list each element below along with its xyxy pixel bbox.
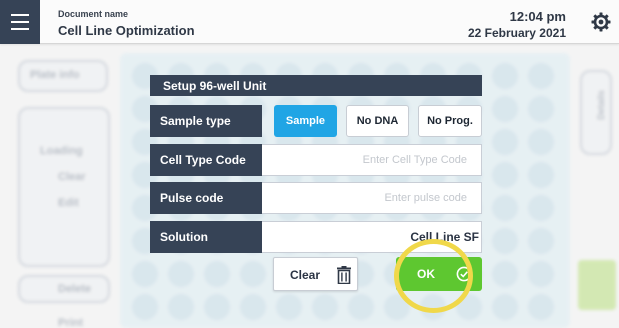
plate-well [492, 162, 518, 188]
plate-well [276, 294, 302, 320]
background-green-button [578, 260, 616, 310]
pulse-code-row: Pulse code [150, 182, 482, 214]
pulse-code-label: Pulse code [150, 182, 262, 214]
clear-button[interactable]: Clear [273, 257, 358, 291]
plate-well [528, 63, 554, 89]
plate-well [492, 63, 518, 89]
plate-well [492, 96, 518, 122]
clear-button-label: Clear [290, 268, 321, 282]
plate-well [168, 294, 194, 320]
plate-well [492, 261, 518, 287]
plate-well [420, 294, 446, 320]
plate-well [528, 162, 554, 188]
plate-well [528, 195, 554, 221]
delete-label-bg: Delete [58, 283, 92, 295]
side-actions-panel [18, 107, 110, 267]
plate-well [528, 96, 554, 122]
ok-button-label: OK [417, 267, 435, 281]
plate-well [492, 129, 518, 155]
print-label-bg: Print [58, 317, 84, 328]
ok-button[interactable]: OK [396, 257, 482, 291]
plate-well [240, 294, 266, 320]
plate-well [348, 294, 374, 320]
loading-label: Loading [40, 145, 83, 157]
plate-well [492, 228, 518, 254]
details-label: Details [595, 90, 606, 120]
sample-type-label: Sample type [150, 105, 262, 137]
clock-time: 12:04 pm [509, 9, 566, 24]
plate-well [492, 294, 518, 320]
plate-well [384, 294, 410, 320]
document-name: Cell Line Optimization [58, 23, 195, 38]
plate-well [528, 129, 554, 155]
plate-well [312, 294, 338, 320]
solution-label: Solution [150, 221, 262, 253]
menu-icon [11, 14, 29, 16]
top-bar: Document name Cell Line Optimization 12:… [0, 0, 619, 44]
edit-label-bg: Edit [58, 197, 79, 209]
plate-well [528, 228, 554, 254]
plate-info-label: Plate info [30, 69, 80, 81]
document-name-label: Document name [58, 9, 129, 19]
sample-type-sample-button[interactable]: Sample [274, 105, 337, 137]
clock-date: 22 February 2021 [467, 26, 566, 40]
clear-label-bg: Clear [58, 171, 86, 183]
plate-well [204, 294, 230, 320]
plate-well [492, 195, 518, 221]
sample-type-no-prog-button[interactable]: No Prog. [418, 105, 482, 137]
trash-icon [337, 266, 351, 284]
setup-dialog: Setup 96-well Unit Sample type Sample No… [150, 75, 482, 294]
cell-type-code-row: Cell Type Code [150, 144, 482, 176]
settings-icon[interactable] [591, 12, 611, 32]
cell-type-code-input[interactable] [269, 151, 467, 169]
dialog-title: Setup 96-well Unit [150, 75, 482, 96]
plate-well [528, 261, 554, 287]
check-circle-icon [456, 266, 472, 282]
solution-row[interactable]: Solution Cell Line SF [150, 221, 482, 253]
plate-well [132, 294, 158, 320]
cell-type-code-label: Cell Type Code [150, 144, 262, 176]
plate-well [528, 294, 554, 320]
pulse-code-input[interactable] [269, 189, 467, 207]
solution-value: Cell Line SF [410, 230, 479, 244]
plate-well [456, 294, 482, 320]
menu-button[interactable] [0, 0, 40, 44]
sample-type-no-dna-button[interactable]: No DNA [346, 105, 409, 137]
